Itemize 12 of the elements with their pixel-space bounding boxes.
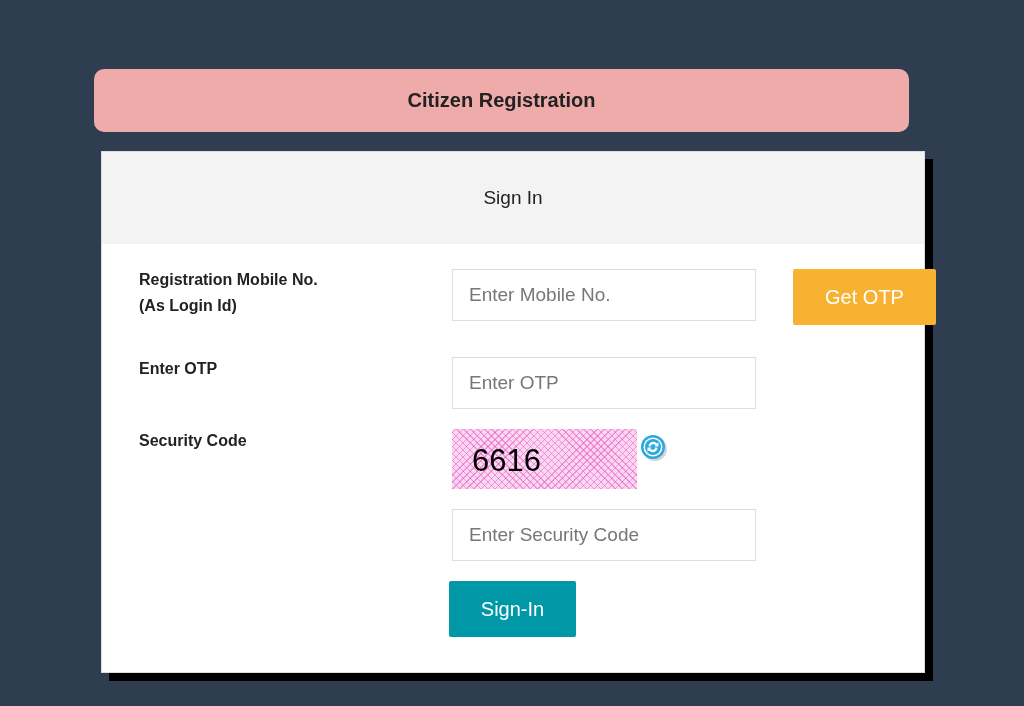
get-otp-button[interactable]: Get OTP [793,269,936,325]
page-title: Citizen Registration [407,89,596,112]
mobile-input[interactable]: Enter Mobile No. [452,269,756,321]
field-label: Security Code [139,431,248,451]
otp-input[interactable]: Enter OTP [452,357,756,409]
field-label: Enter OTP [139,359,219,379]
refresh-icon[interactable] [639,433,669,463]
sign-in-button[interactable]: Sign-In [449,581,576,637]
field-label: Registration Mobile No. (As Login Id) [139,270,319,316]
captcha-image: 6616 [452,429,637,489]
security-code-input[interactable]: Enter Security Code [452,509,756,561]
card-title: Sign In [483,187,543,209]
